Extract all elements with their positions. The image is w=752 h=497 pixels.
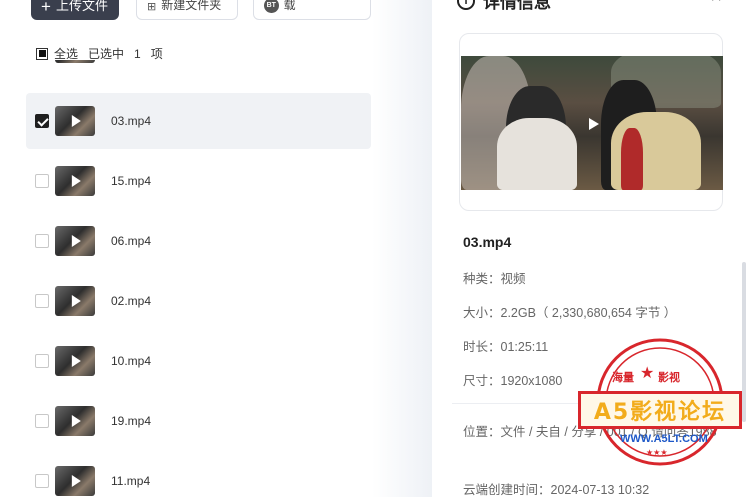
file-name: 06.mp4 [111,234,152,248]
partial-check-icon [38,50,46,57]
detail-duration: 时长：01:25:11 [463,340,549,354]
row-checkbox[interactable] [35,414,49,428]
selected-count: 1 [134,46,141,61]
panel-shadow [372,0,432,497]
row-checkbox[interactable] [35,234,49,248]
video-thumbnail [55,106,95,136]
close-icon[interactable]: × [710,0,722,9]
info-icon: i [457,0,475,10]
play-icon [71,415,81,427]
list-item[interactable]: 06.mp4 [26,213,371,269]
list-item[interactable]: 11.mp4 [26,453,371,497]
bt-icon: BT [264,0,279,13]
detail-file-name: 03.mp4 [463,234,512,250]
file-name: 10.mp4 [111,354,152,368]
new-folder-button[interactable]: ⊞ 新建文件夹 [136,0,238,20]
seal-stars: ★★★ [646,448,668,457]
bt-download-button-label: BT/磁力链下载 [283,0,296,12]
file-name: 15.mp4 [111,174,152,188]
video-thumbnail [55,286,95,316]
list-item[interactable]: 19.mp4 [26,393,371,449]
star-icon: ★ [640,365,655,382]
seal-main-text: A5影视论坛 [593,400,727,425]
file-name: 03.mp4 [111,114,152,128]
seal-band: A5影视论坛 [578,391,742,429]
preview-card[interactable] [459,33,723,211]
watermark-seal: 海量 ★ 影视 A5影视论坛 WWW.A5LT.COM ★★★ [576,336,744,468]
detail-resolution: 尺寸：1920x1080 [463,374,563,388]
plus-icon: + [41,0,51,16]
row-checkbox[interactable] [35,114,49,128]
play-icon[interactable] [589,118,599,130]
play-icon [71,115,81,127]
upload-button[interactable]: + 上传文件 [31,0,119,20]
video-thumbnail [55,166,95,196]
play-icon [71,295,81,307]
file-list: 03.mp4 15.mp4 06.mp4 02.mp4 10.mp4 19.mp… [26,60,371,497]
row-checkbox[interactable] [35,354,49,368]
row-checkbox[interactable] [35,474,49,488]
bt-download-button[interactable]: BT BT/磁力链下载 [253,0,371,20]
upload-button-label: 上传文件 [55,0,108,13]
video-thumbnail [55,226,95,256]
seal-url: WWW.A5LT.COM [620,433,708,445]
play-icon [71,355,81,367]
video-thumbnail [55,466,95,496]
list-item[interactable]: 02.mp4 [26,273,371,329]
folder-plus-icon: ⊞ [147,1,157,13]
detail-created-time: 云端创建时间：2024-07-13 10:32 [463,483,650,497]
preview-figure [497,118,577,190]
play-icon [71,175,81,187]
preview-figure [621,128,643,190]
select-all-checkbox[interactable] [36,47,48,60]
file-name: 02.mp4 [111,294,152,308]
detail-type: 种类：视频 [463,272,526,286]
panel-title: i 详情信息 [457,0,551,13]
list-item[interactable]: 03.mp4 [26,93,371,149]
video-thumbnail [55,60,95,63]
list-item[interactable] [26,60,371,76]
video-thumbnail [55,346,95,376]
list-item[interactable]: 15.mp4 [26,153,371,209]
play-icon [71,475,81,487]
video-preview[interactable] [461,56,723,190]
panel-title-text: 详情信息 [483,0,551,12]
play-icon [71,235,81,247]
seal-text-right: 影视 [658,372,680,384]
seal-text-left: 海量 [612,372,634,384]
file-list-pane: + 上传文件 ⊞ 新建文件夹 BT BT/磁力链下载 全选 已选中 1 项 03… [0,0,372,497]
list-item[interactable]: 10.mp4 [26,333,371,389]
file-name: 19.mp4 [111,414,152,428]
row-checkbox[interactable] [35,174,49,188]
file-name: 11.mp4 [111,474,151,488]
new-folder-button-label: 新建文件夹 [161,0,222,12]
row-checkbox[interactable] [35,294,49,308]
detail-size: 大小：2.2GB（ 2,330,680,654 字节 ） [463,306,677,320]
video-thumbnail [55,406,95,436]
